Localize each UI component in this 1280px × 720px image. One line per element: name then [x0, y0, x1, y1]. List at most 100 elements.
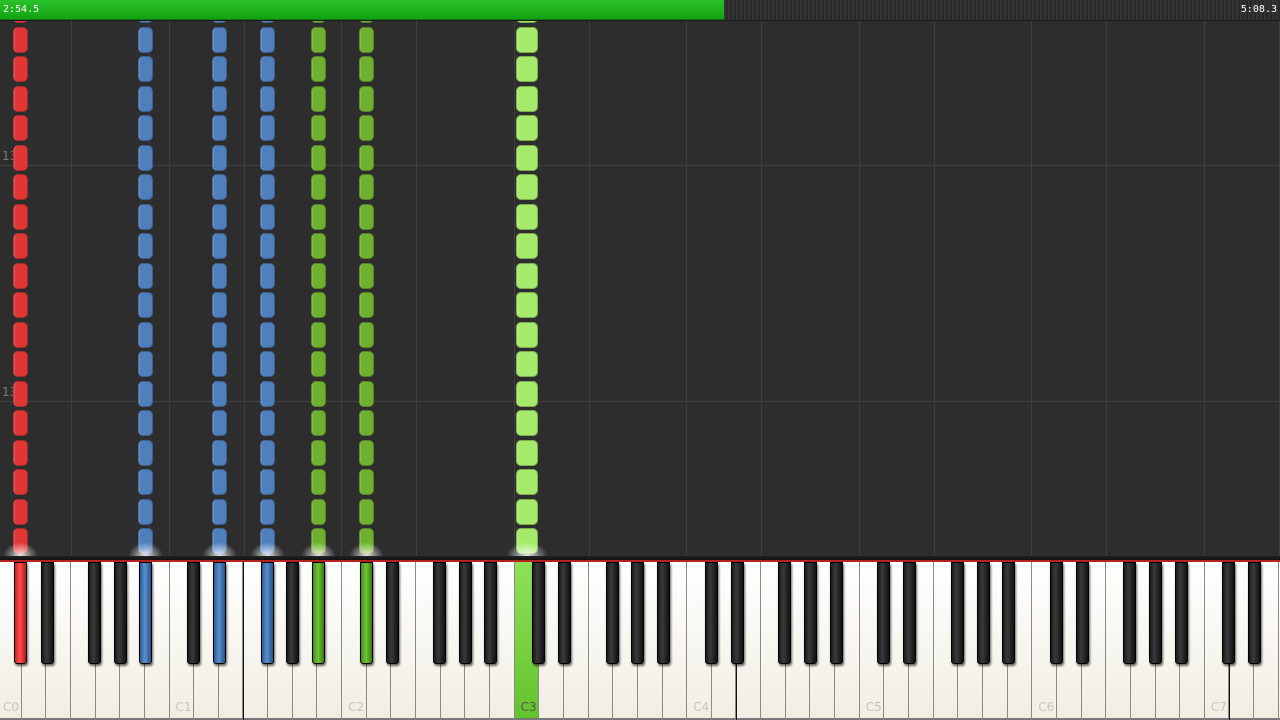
black-key-d-sharp0[interactable] — [40, 562, 54, 664]
black-key-g-sharp4[interactable] — [803, 562, 817, 664]
black-key-g-sharp0[interactable] — [113, 562, 127, 664]
black-key-c-sharp4[interactable] — [704, 562, 718, 664]
note-block — [259, 498, 275, 525]
note-block — [358, 85, 374, 112]
note-block — [310, 262, 326, 289]
black-key-g-sharp6[interactable] — [1149, 562, 1163, 664]
black-key-g-sharp5[interactable] — [976, 562, 990, 664]
grid-line — [513, 21, 515, 556]
black-key-g-sharp2[interactable] — [458, 562, 472, 664]
black-key-d-sharp7[interactable] — [1248, 562, 1262, 664]
note-block — [515, 351, 539, 377]
octave-label: C2 — [348, 700, 365, 714]
note-block — [259, 85, 275, 112]
note-block — [138, 469, 154, 495]
note-hit-spark — [202, 542, 238, 556]
note-hit-spark — [128, 542, 164, 556]
note-block — [212, 144, 228, 171]
note-block — [212, 203, 228, 230]
black-key-a-sharp2[interactable] — [484, 562, 498, 664]
progress-fill — [0, 0, 725, 20]
note-block — [358, 174, 374, 200]
note-block — [13, 115, 29, 141]
black-key-f-sharp3[interactable] — [605, 562, 619, 664]
grid-line — [1031, 21, 1033, 556]
black-key-f-sharp4[interactable] — [778, 562, 792, 664]
note-block — [310, 321, 326, 348]
note-block — [13, 144, 29, 171]
black-key-c-sharp3[interactable] — [532, 562, 546, 664]
black-key-a-sharp5[interactable] — [1002, 562, 1016, 664]
black-key-g-sharp1[interactable] — [286, 562, 300, 664]
note-column-f-sharp1 — [249, 21, 285, 556]
note-block — [138, 115, 154, 141]
note-block — [358, 203, 374, 230]
note-block — [13, 321, 29, 348]
note-column-c-sharp2 — [348, 21, 384, 556]
note-block — [358, 115, 374, 141]
black-key-a-sharp0[interactable] — [139, 562, 153, 664]
grid-line — [858, 21, 860, 556]
piano-keyboard[interactable]: C0 C1 C2 C3 C4 C5 C6 C7 — [0, 556, 1280, 720]
note-block — [358, 292, 374, 318]
note-block — [13, 233, 29, 259]
black-key-d-sharp6[interactable] — [1075, 562, 1089, 664]
octave-label: C1 — [175, 700, 192, 714]
note-block — [358, 26, 374, 53]
note-block — [515, 26, 539, 53]
grid-line — [416, 21, 418, 556]
note-block — [310, 203, 326, 230]
black-key-c-sharp2[interactable] — [359, 562, 373, 664]
black-key-f-sharp6[interactable] — [1123, 562, 1137, 664]
black-key-d-sharp3[interactable] — [558, 562, 572, 664]
note-block — [13, 351, 29, 377]
note-block — [13, 203, 29, 230]
black-key-c-sharp6[interactable] — [1049, 562, 1063, 664]
note-block — [13, 21, 29, 23]
grid-line — [761, 21, 763, 556]
note-block — [259, 439, 275, 466]
black-key-f-sharp5[interactable] — [950, 562, 964, 664]
black-key-a-sharp3[interactable] — [657, 562, 670, 664]
black-key-c-sharp5[interactable] — [877, 562, 891, 664]
note-block — [259, 115, 275, 141]
note-block — [515, 144, 539, 171]
black-key-c-sharp0[interactable] — [14, 562, 28, 664]
black-key-c-sharp1[interactable] — [186, 562, 200, 664]
black-key-d-sharp5[interactable] — [903, 562, 917, 664]
note-block — [310, 439, 326, 466]
black-key-a-sharp1[interactable] — [311, 562, 325, 664]
note-block — [212, 380, 228, 407]
note-block — [515, 439, 539, 466]
note-block — [358, 380, 374, 407]
black-key-f-sharp2[interactable] — [433, 562, 447, 664]
note-block — [259, 203, 275, 230]
black-key-a-sharp6[interactable] — [1174, 562, 1188, 664]
note-block — [358, 233, 374, 259]
black-key-c-sharp7[interactable] — [1222, 562, 1236, 664]
black-key-d-sharp2[interactable] — [385, 562, 399, 664]
black-key-g-sharp3[interactable] — [631, 562, 645, 664]
note-column-a-sharp0 — [128, 21, 164, 556]
note-block — [310, 380, 326, 407]
note-block — [259, 321, 275, 348]
note-block — [212, 351, 228, 377]
black-key-f-sharp1[interactable] — [260, 562, 274, 664]
black-key-d-sharp4[interactable] — [730, 562, 744, 664]
note-block — [515, 21, 539, 23]
black-key-f-sharp0[interactable] — [88, 562, 102, 664]
note-block — [310, 174, 326, 200]
playback-progress-bar[interactable]: 2:54.5 5:08.3 — [0, 0, 1280, 21]
note-block — [212, 21, 228, 23]
note-block — [515, 498, 539, 525]
note-column-c-sharp0 — [3, 21, 39, 556]
octave-label: C7 — [1210, 700, 1227, 714]
note-block — [138, 321, 154, 348]
note-block — [212, 85, 228, 112]
note-block — [138, 439, 154, 466]
note-block — [358, 469, 374, 495]
black-key-a-sharp4[interactable] — [829, 562, 843, 664]
note-block — [13, 26, 29, 53]
black-key-d-sharp1[interactable] — [213, 562, 227, 664]
note-block — [310, 351, 326, 377]
